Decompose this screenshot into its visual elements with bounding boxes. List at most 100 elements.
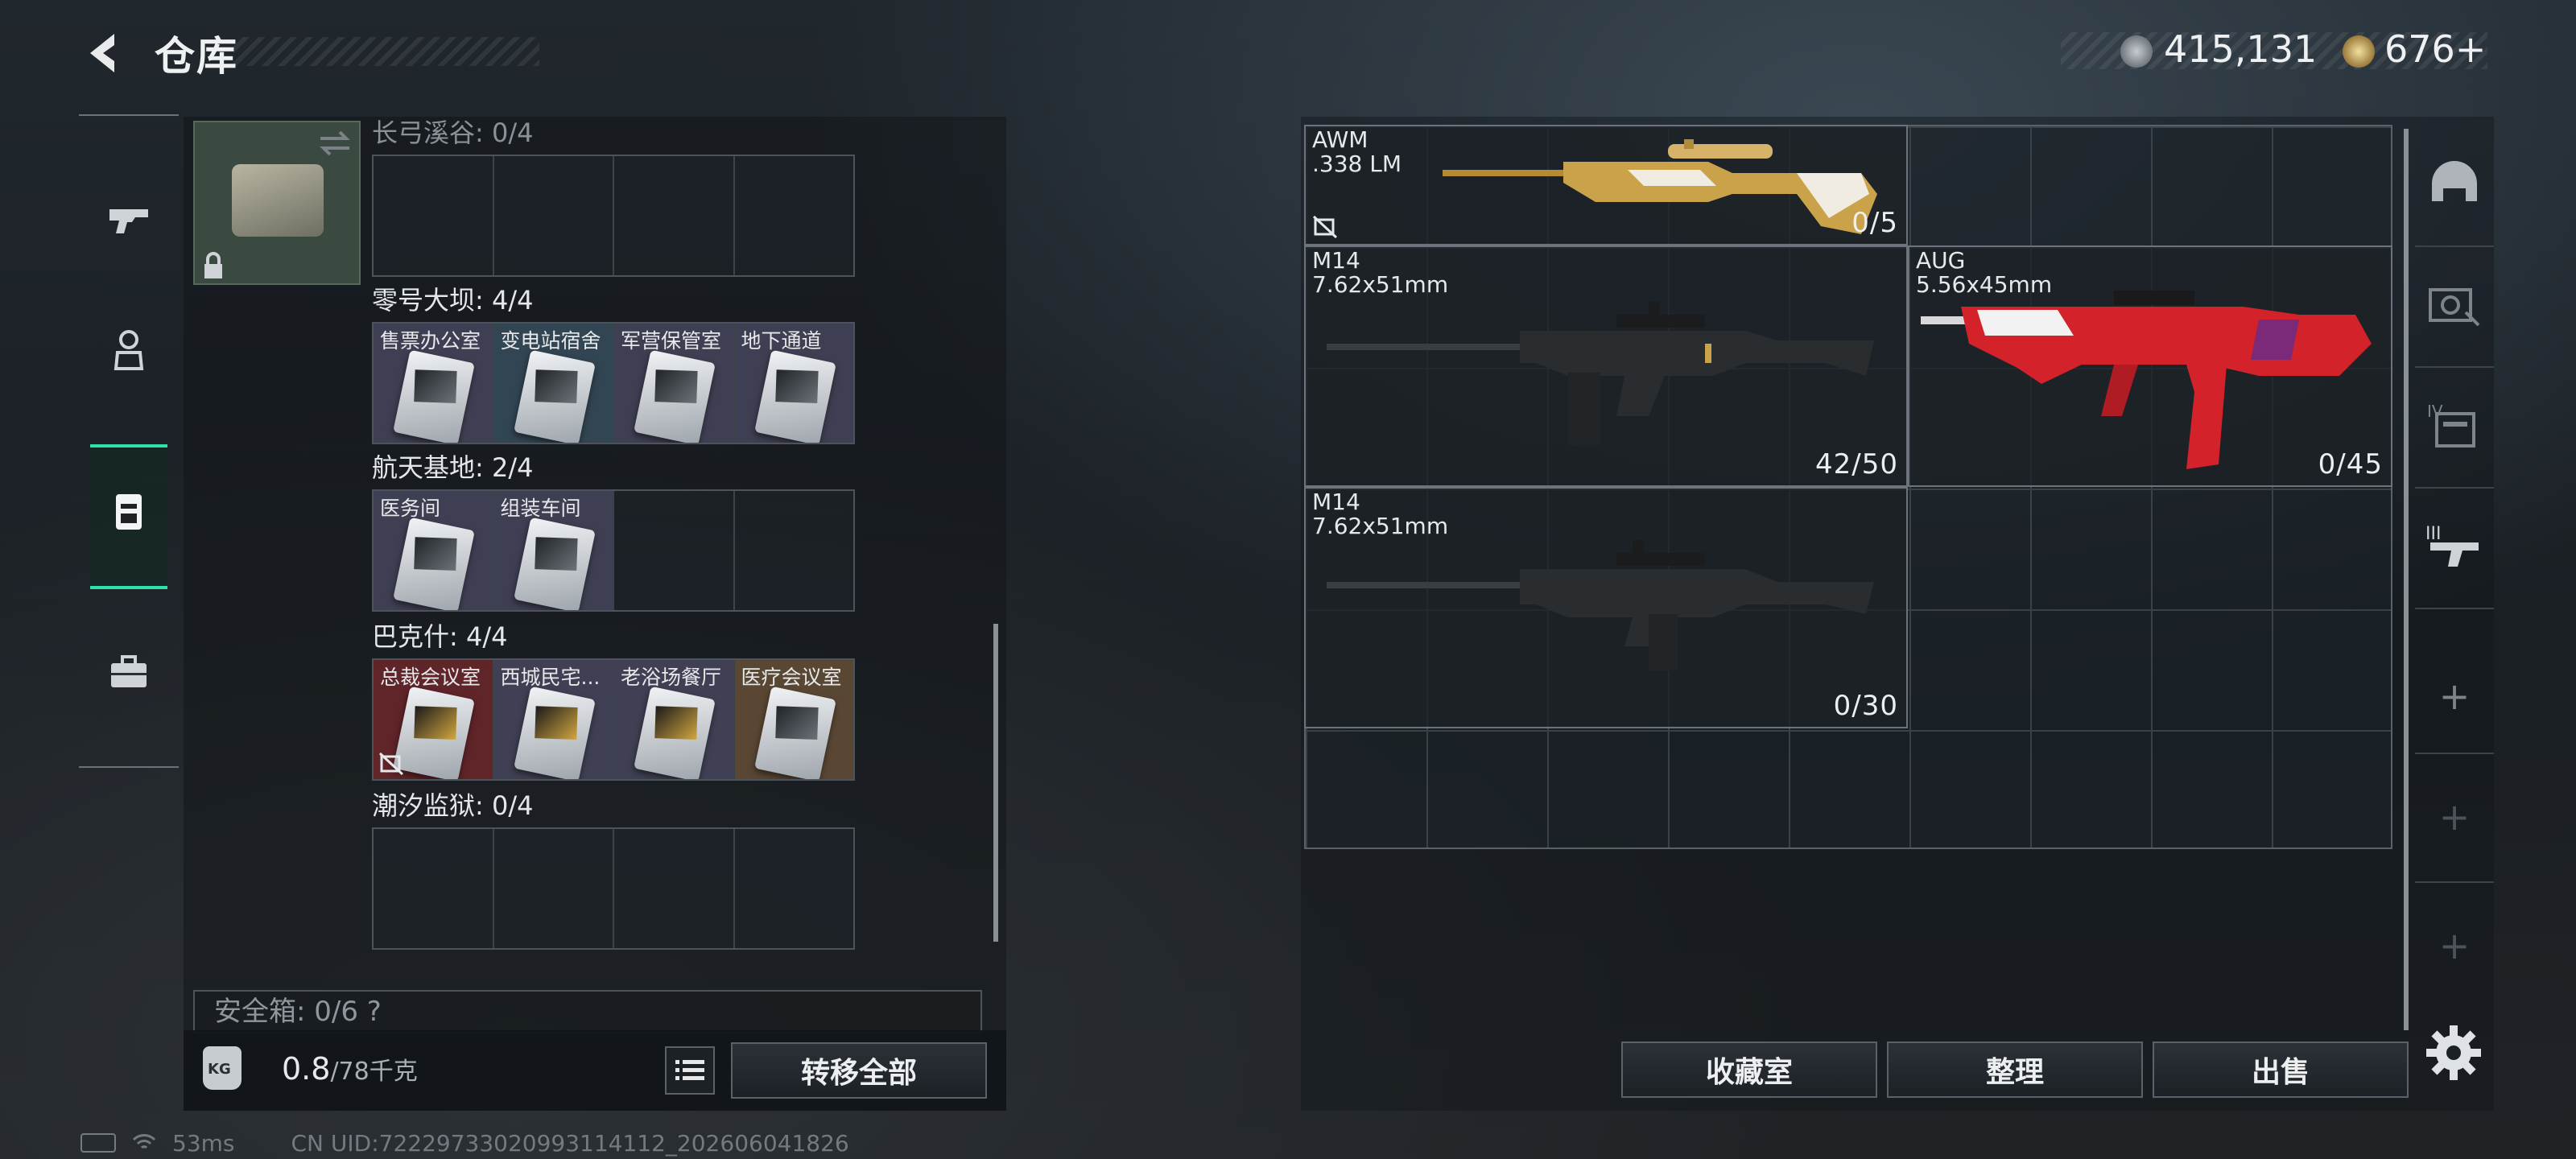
collection-room-button[interactable]: 收藏室: [1621, 1041, 1877, 1098]
plus-icon: +: [2438, 795, 2471, 839]
weapon-caliber: 7.62x51mm: [1312, 271, 1449, 298]
card-label: 西城民宅...: [500, 666, 601, 689]
ping-text: 53ms: [172, 1129, 235, 1157]
card-slot[interactable]: 西城民宅...: [493, 660, 614, 779]
keycard-image: [513, 349, 596, 443]
card-slot[interactable]: [614, 829, 735, 948]
keycard-image: [393, 349, 475, 443]
weapon-name: AUG: [1916, 247, 1966, 274]
card-slot[interactable]: 医务间: [374, 491, 494, 610]
weapon-caliber: .338 LM: [1312, 151, 1402, 177]
silver-currency-amount: 415,131: [2164, 27, 2318, 71]
operator-icon[interactable]: [79, 301, 179, 398]
plus-icon: +: [2438, 924, 2471, 967]
no-trade-icon: [1312, 215, 1338, 239]
wifi-icon: [132, 1134, 156, 1149]
section-label: 巴克什: 4/4: [372, 621, 508, 652]
weapon-name-block: M14 7.62x51mm: [1312, 249, 1448, 297]
card-label: 医疗会议室: [741, 666, 842, 689]
add-slot-2[interactable]: +: [2415, 753, 2494, 883]
briefcase-icon[interactable]: [79, 623, 179, 720]
swap-icon[interactable]: [317, 127, 353, 159]
rifle-slot-icon[interactable]: III: [2415, 487, 2494, 609]
left-nav: [79, 114, 179, 768]
weapon-scrollbar[interactable]: [2404, 129, 2409, 1030]
weapon-name: M14: [1312, 247, 1360, 274]
card-slot[interactable]: 医疗会议室: [734, 660, 853, 779]
card-label: 组装车间: [500, 497, 581, 520]
section-label: 航天基地: 2/4: [372, 452, 534, 483]
add-slot-1[interactable]: +: [2415, 640, 2494, 754]
card-label: 变电站宿舍: [500, 329, 601, 353]
card-slot[interactable]: 总裁会议室: [374, 660, 494, 779]
keycard-image: [513, 686, 596, 779]
card-slot[interactable]: 组装车间: [493, 491, 614, 610]
card-slot[interactable]: [494, 829, 614, 948]
keycard-image: [513, 517, 596, 610]
m14-rifle-icon: [1327, 302, 1874, 445]
gold-currency-value: 676: [2384, 27, 2455, 71]
container-scrollbar[interactable]: [993, 624, 998, 942]
sort-button[interactable]: 整理: [1887, 1041, 2143, 1098]
silver-coin-icon: [2120, 35, 2153, 68]
list-view-button[interactable]: [665, 1046, 715, 1095]
weight-max: /78千克: [330, 1058, 418, 1086]
weapon-slot-awm[interactable]: AWM .338 LM 0/5: [1304, 125, 1908, 245]
card-slot[interactable]: [374, 156, 494, 275]
settings-gear-icon[interactable]: [2423, 1022, 2484, 1083]
safe-box-bar[interactable]: 安全箱: 0/6 ?: [193, 990, 982, 1033]
card-slot[interactable]: [735, 491, 854, 610]
keycard-image: [634, 349, 716, 443]
add-slot-3[interactable]: +: [2415, 881, 2494, 1010]
card-row: 总裁会议室 西城民宅... 老浴场餐厅 医疗会议室: [372, 658, 855, 781]
card-slot[interactable]: 变电站宿舍: [493, 324, 614, 443]
section-label: 零号大坝: 4/4: [372, 285, 534, 316]
armor-icon[interactable]: [2415, 245, 2494, 368]
helmet-icon[interactable]: [2415, 125, 2494, 247]
card-slot[interactable]: [494, 156, 614, 275]
plus-icon: +: [2438, 674, 2471, 718]
keycard-image: [393, 517, 475, 610]
card-label: 医务间: [380, 497, 441, 520]
right-nav: IV III + + +: [2415, 117, 2494, 1111]
transfer-all-button[interactable]: 转移全部: [731, 1042, 987, 1099]
battery-icon: [80, 1133, 116, 1153]
card-slot[interactable]: [614, 156, 735, 275]
list-icon: [675, 1060, 704, 1080]
card-slot[interactable]: 地下通道: [734, 324, 853, 443]
section-label-partial: 长弓溪谷: 0/4: [372, 118, 534, 148]
section-label: 潮汐监狱: 0/4: [372, 790, 534, 821]
card-label: 军营保管室: [621, 329, 722, 353]
weapon-slot-m14-2[interactable]: M14 7.62x51mm 0/30: [1304, 487, 1908, 728]
card-case-slot[interactable]: [193, 121, 361, 285]
rig-icon[interactable]: IV: [2415, 366, 2494, 489]
card-slot[interactable]: 售票办公室: [374, 324, 494, 443]
status-bar: 53ms CN UID:72229733020993114112_2026060…: [80, 1128, 849, 1157]
title-decoration: [233, 37, 539, 66]
weapon-ammo: 0/30: [1833, 690, 1898, 722]
card-label: 地下通道: [741, 329, 822, 353]
sell-button[interactable]: 出售: [2153, 1041, 2409, 1098]
card-slot[interactable]: [614, 491, 735, 610]
uid-text: CN UID:72229733020993114112_202606041826: [291, 1129, 849, 1157]
card-label: 售票办公室: [380, 329, 481, 353]
card-label: 老浴场餐厅: [621, 666, 722, 689]
card-slot[interactable]: [735, 829, 854, 948]
weight-icon: KG: [203, 1046, 242, 1090]
safe-box-help[interactable]: ?: [367, 996, 382, 1028]
pistol-icon[interactable]: [79, 172, 179, 269]
weapon-slot-m14[interactable]: M14 7.62x51mm 42/50: [1304, 245, 1908, 487]
card-slot[interactable]: [374, 829, 494, 948]
weapon-name-block: M14 7.62x51mm: [1312, 490, 1448, 538]
card-slot[interactable]: 老浴场餐厅: [614, 660, 735, 779]
svg-text:III: III: [2425, 524, 2441, 544]
card-slot[interactable]: 军营保管室: [614, 324, 735, 443]
keycard-image: [753, 349, 836, 443]
back-button[interactable]: [80, 29, 129, 77]
backpack-icon[interactable]: [79, 462, 179, 559]
lock-icon: [204, 252, 222, 278]
weapon-slot-aug[interactable]: AUG 5.56x45mm 0/45: [1908, 245, 2392, 487]
page-title: 仓库: [155, 33, 238, 80]
card-slot[interactable]: [735, 156, 854, 275]
gold-currency-amount[interactable]: 676+: [2384, 27, 2486, 71]
